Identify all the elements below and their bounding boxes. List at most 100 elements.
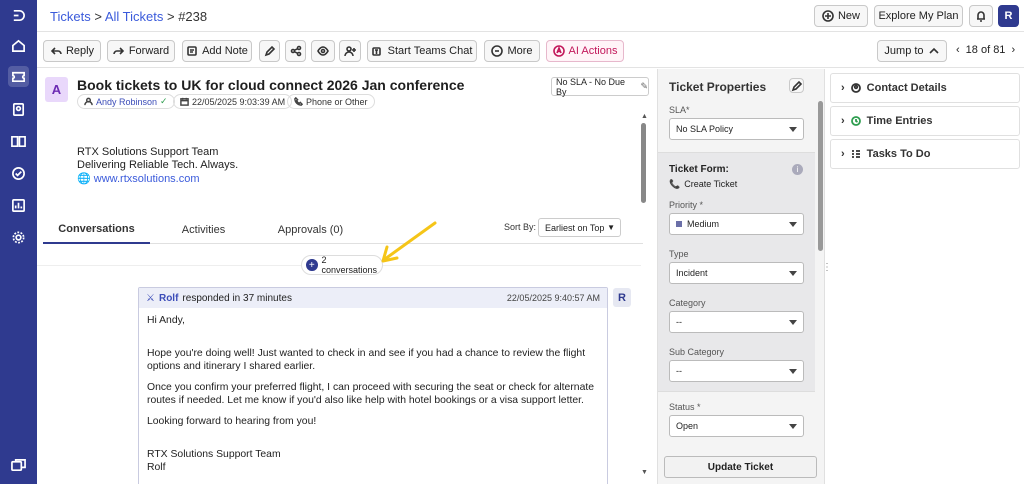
tasks-to-do-section[interactable]: › Tasks To Do [830, 139, 1020, 169]
add-user-icon [344, 46, 356, 57]
update-ticket-button[interactable]: Update Ticket [664, 456, 817, 478]
tab-activities[interactable]: Activities [150, 216, 257, 244]
tab-conversations[interactable]: Conversations [43, 216, 150, 244]
source-label: Phone or Other [306, 96, 368, 107]
clock-icon [850, 116, 861, 126]
user-avatar-initial: R [1004, 10, 1013, 22]
knowledge-base-icon[interactable] [8, 131, 29, 152]
message-author[interactable]: Rolf [159, 293, 178, 304]
tickets-icon[interactable] [8, 66, 29, 87]
requester-avatar: A [45, 77, 68, 102]
properties-title: Ticket Properties [669, 80, 767, 94]
calendar-icon [180, 97, 189, 106]
forward-button[interactable]: Forward [107, 40, 175, 62]
watch-button[interactable] [311, 40, 335, 62]
form-name: 📞 Create Ticket [669, 179, 737, 190]
next-page-chevron-icon[interactable]: › [1011, 44, 1015, 56]
conversation-count-pill[interactable]: + 2 conversations [301, 255, 383, 275]
start-teams-chat-button[interactable]: Start Teams Chat [367, 40, 477, 62]
chevron-right-icon: › [841, 148, 845, 160]
sla-due-badge[interactable]: No SLA - No Due By ✎ [551, 76, 649, 97]
chat-icon[interactable] [8, 455, 29, 476]
ticket-properties-panel: Ticket Properties SLA* No SLA Policy Tic… [657, 69, 825, 484]
message-paragraph: Once you confirm your preferred flight, … [147, 382, 595, 406]
settings-gear-icon[interactable] [8, 227, 29, 248]
status-label: Status * [669, 402, 701, 412]
chevron-right-icon: › [841, 82, 845, 94]
tab-approvals[interactable]: Approvals (0) [257, 216, 364, 244]
reports-icon[interactable] [8, 195, 29, 216]
jump-to-button[interactable]: Jump to [877, 40, 947, 62]
main-scrollbar[interactable]: ▲ ▼ [641, 113, 648, 477]
more-button[interactable]: More [484, 40, 540, 62]
scrollbar-thumb[interactable] [641, 123, 646, 203]
ticket-main: A Book tickets to UK for cloud connect 2… [37, 69, 656, 484]
scroll-up-icon[interactable]: ▲ [641, 113, 648, 120]
notifications-button[interactable] [969, 5, 993, 27]
edit-button[interactable] [259, 40, 280, 62]
sla-select[interactable]: No SLA Policy [669, 118, 804, 140]
message-meta: responded in 37 minutes [182, 292, 292, 304]
type-select[interactable]: Incident [669, 262, 804, 284]
created-date: 22/05/2025 9:03:39 AM [192, 96, 286, 107]
sla-due-label: No SLA - No Due By [556, 76, 626, 97]
new-button-label: New [837, 10, 860, 22]
add-note-label: Add Note [202, 45, 248, 57]
logo-icon[interactable] [8, 5, 29, 26]
status-select-value: Open [676, 421, 699, 431]
teams-icon [371, 47, 381, 56]
signature-line: RTX Solutions Support Team [77, 146, 219, 158]
contacts-icon[interactable] [8, 99, 29, 120]
new-button[interactable]: New [814, 5, 868, 27]
share-button[interactable] [285, 40, 306, 62]
time-entries-label: Time Entries [866, 115, 933, 127]
reply-button[interactable]: Reply [43, 40, 101, 62]
form-label: Ticket Form: [669, 164, 729, 175]
prev-page-chevron-icon[interactable]: ‹ [956, 44, 960, 56]
pager: ‹ 18 of 81 › [956, 44, 1015, 56]
explore-plan-button[interactable]: Explore My Plan [874, 5, 963, 27]
signature-url[interactable]: 🌐 www.rtxsolutions.com [77, 172, 200, 185]
breadcrumb-tickets-link[interactable]: Tickets [50, 9, 91, 24]
reply-icon [50, 47, 62, 55]
time-entries-section[interactable]: › Time Entries [830, 106, 1020, 136]
properties-scrollbar[interactable] [818, 101, 823, 251]
breadcrumb-all-tickets-link[interactable]: All Tickets [105, 9, 164, 24]
contact-details-section[interactable]: › Contact Details [830, 73, 1020, 103]
message-greeting: Hi Andy, [147, 315, 185, 326]
jump-to-label: Jump to [884, 45, 924, 57]
type-select-value: Incident [676, 268, 708, 278]
status-select[interactable]: Open [669, 415, 804, 437]
info-icon[interactable]: i [792, 164, 803, 175]
forward-icon [113, 47, 124, 55]
priority-color-icon [676, 221, 682, 227]
home-icon[interactable] [8, 35, 29, 56]
tasks-icon[interactable] [8, 163, 29, 184]
edit-pencil-icon[interactable]: ✎ [640, 81, 648, 92]
pencil-icon [791, 80, 802, 91]
priority-select[interactable]: Medium [669, 213, 804, 235]
message-header: ⚔ Rolf responded in 37 minutes 22/05/202… [139, 288, 607, 308]
verified-check-icon: ✓ [160, 96, 168, 106]
teams-label: Start Teams Chat [387, 45, 473, 57]
category-select[interactable]: -- [669, 311, 804, 333]
category-select-value: -- [676, 317, 682, 327]
message-datetime: 22/05/2025 9:40:57 AM [506, 293, 600, 303]
sort-select[interactable]: Earliest on Top ▼ [538, 218, 621, 237]
message-signature: RTX Solutions Support Team [147, 449, 281, 460]
tasks-to-do-label: Tasks To Do [866, 148, 931, 160]
assign-button[interactable] [339, 40, 361, 62]
add-note-button[interactable]: Add Note [182, 40, 252, 62]
requester-chip[interactable]: Andy Robinson ✓ [77, 94, 175, 109]
ai-actions-button[interactable]: AI Actions [546, 40, 624, 62]
edit-properties-button[interactable] [789, 78, 804, 93]
breadcrumb-current: #238 [178, 9, 208, 24]
pager-label: 18 of 81 [965, 44, 1006, 56]
explore-plan-label: Explore My Plan [878, 10, 959, 22]
top-bar: Tickets > All Tickets > #238 New Explore… [37, 0, 1024, 32]
scroll-down-icon[interactable]: ▼ [641, 469, 648, 476]
user-avatar[interactable]: R [998, 5, 1019, 27]
subcategory-select-value: -- [676, 366, 682, 376]
subcategory-select[interactable]: -- [669, 360, 804, 382]
plus-icon: + [306, 259, 318, 271]
